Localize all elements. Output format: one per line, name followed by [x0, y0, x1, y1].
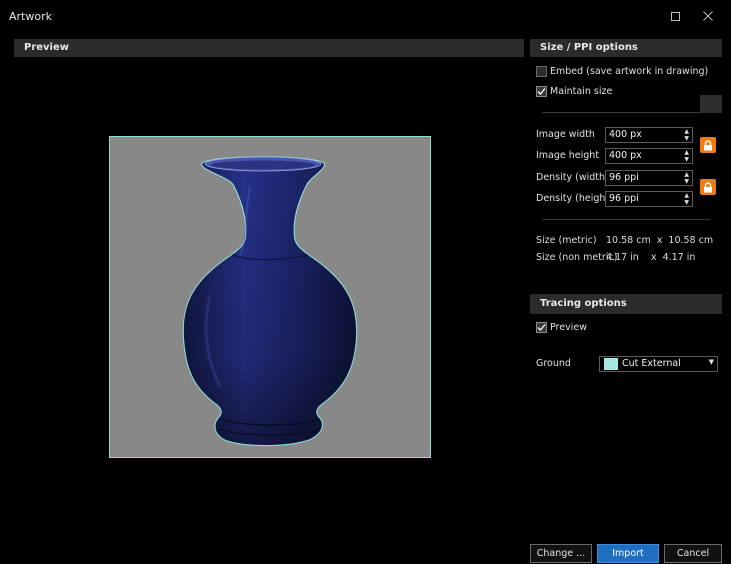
tracing-preview-checkbox[interactable]	[536, 321, 547, 333]
import-button[interactable]: Import	[597, 544, 659, 563]
density-height-value: 96 ppi	[609, 193, 639, 204]
close-button[interactable]	[695, 5, 721, 27]
title-bar: Artwork	[0, 0, 731, 32]
vase-image	[182, 156, 358, 447]
maintain-size-checkbox[interactable]	[536, 85, 547, 97]
density-height-label: Density (height)	[536, 193, 613, 204]
size-nonmetric-row: Size (non metric)4.17 in x 4.17 in	[536, 252, 695, 263]
size-nonmetric-label: Size (non metric)	[536, 252, 618, 263]
artwork-dialog: Artwork Preview Size / PPI options Embed…	[0, 0, 731, 564]
separator	[542, 219, 710, 220]
size-metric-row: Size (metric) 10.58 cm x 10.58 cm	[536, 235, 713, 246]
density-width-input[interactable]: 96 ppi ▲ ▼	[605, 170, 693, 186]
image-width-label: Image width	[536, 129, 595, 140]
window-title: Artwork	[9, 10, 52, 23]
density-height-input[interactable]: 96 ppi ▲ ▼	[605, 191, 693, 207]
maintain-size-checkbox-row[interactable]: Maintain size	[536, 84, 612, 98]
size-nonmetric-value: 4.17 in x 4.17 in	[606, 252, 696, 263]
checkmark-icon	[537, 323, 546, 331]
separator	[542, 112, 710, 113]
side-block	[700, 95, 722, 113]
spin-arrows-icon[interactable]: ▲ ▼	[684, 149, 689, 163]
image-width-input[interactable]: 400 px ▲ ▼	[605, 127, 693, 143]
ground-value: Cut External	[622, 358, 681, 369]
density-lock-button[interactable]	[700, 179, 716, 195]
maintain-size-label: Maintain size	[550, 85, 613, 97]
ground-label: Ground	[536, 358, 571, 369]
tracing-preview-checkbox-row[interactable]: Preview	[536, 320, 587, 334]
density-width-label: Density (width)	[536, 172, 609, 183]
tracing-options-header: Tracing options	[530, 294, 722, 314]
image-height-label: Image height	[536, 150, 600, 161]
change-button[interactable]: Change ...	[530, 544, 592, 563]
maximize-button[interactable]	[662, 5, 688, 27]
preview-header: Preview	[14, 39, 524, 57]
preview-panel: Preview	[14, 39, 524, 563]
embed-label: Embed (save artwork in drawing)	[550, 65, 709, 77]
tracing-preview-label: Preview	[550, 321, 587, 333]
ground-row: Ground Cut External ▼	[536, 356, 722, 372]
preview-canvas[interactable]	[109, 136, 431, 458]
size-metric-label: Size (metric)	[536, 235, 597, 246]
image-width-value: 400 px	[609, 129, 642, 140]
spin-arrows-icon[interactable]: ▲ ▼	[684, 128, 689, 142]
spin-arrows-icon[interactable]: ▲ ▼	[684, 192, 689, 206]
close-icon	[703, 11, 713, 21]
options-panel: Size / PPI options Embed (save artwork i…	[530, 39, 722, 529]
maximize-icon	[670, 11, 680, 21]
embed-checkbox[interactable]	[536, 65, 547, 77]
chevron-down-icon: ▼	[708, 358, 714, 366]
ground-select[interactable]: Cut External ▼	[599, 356, 718, 372]
image-height-input[interactable]: 400 px ▲ ▼	[605, 148, 693, 164]
size-ppi-header: Size / PPI options	[530, 39, 722, 57]
image-height-value: 400 px	[609, 150, 642, 161]
ground-color-swatch	[604, 358, 618, 370]
checkmark-icon	[537, 87, 546, 95]
lock-icon	[704, 139, 712, 150]
embed-checkbox-row[interactable]: Embed (save artwork in drawing)	[536, 64, 708, 78]
size-metric-value: 10.58 cm x 10.58 cm	[606, 235, 714, 246]
spin-arrows-icon[interactable]: ▲ ▼	[684, 171, 689, 185]
size-lock-button[interactable]	[700, 137, 716, 153]
density-width-value: 96 ppi	[609, 172, 639, 183]
cancel-button[interactable]: Cancel	[664, 544, 722, 563]
lock-icon	[704, 181, 712, 192]
